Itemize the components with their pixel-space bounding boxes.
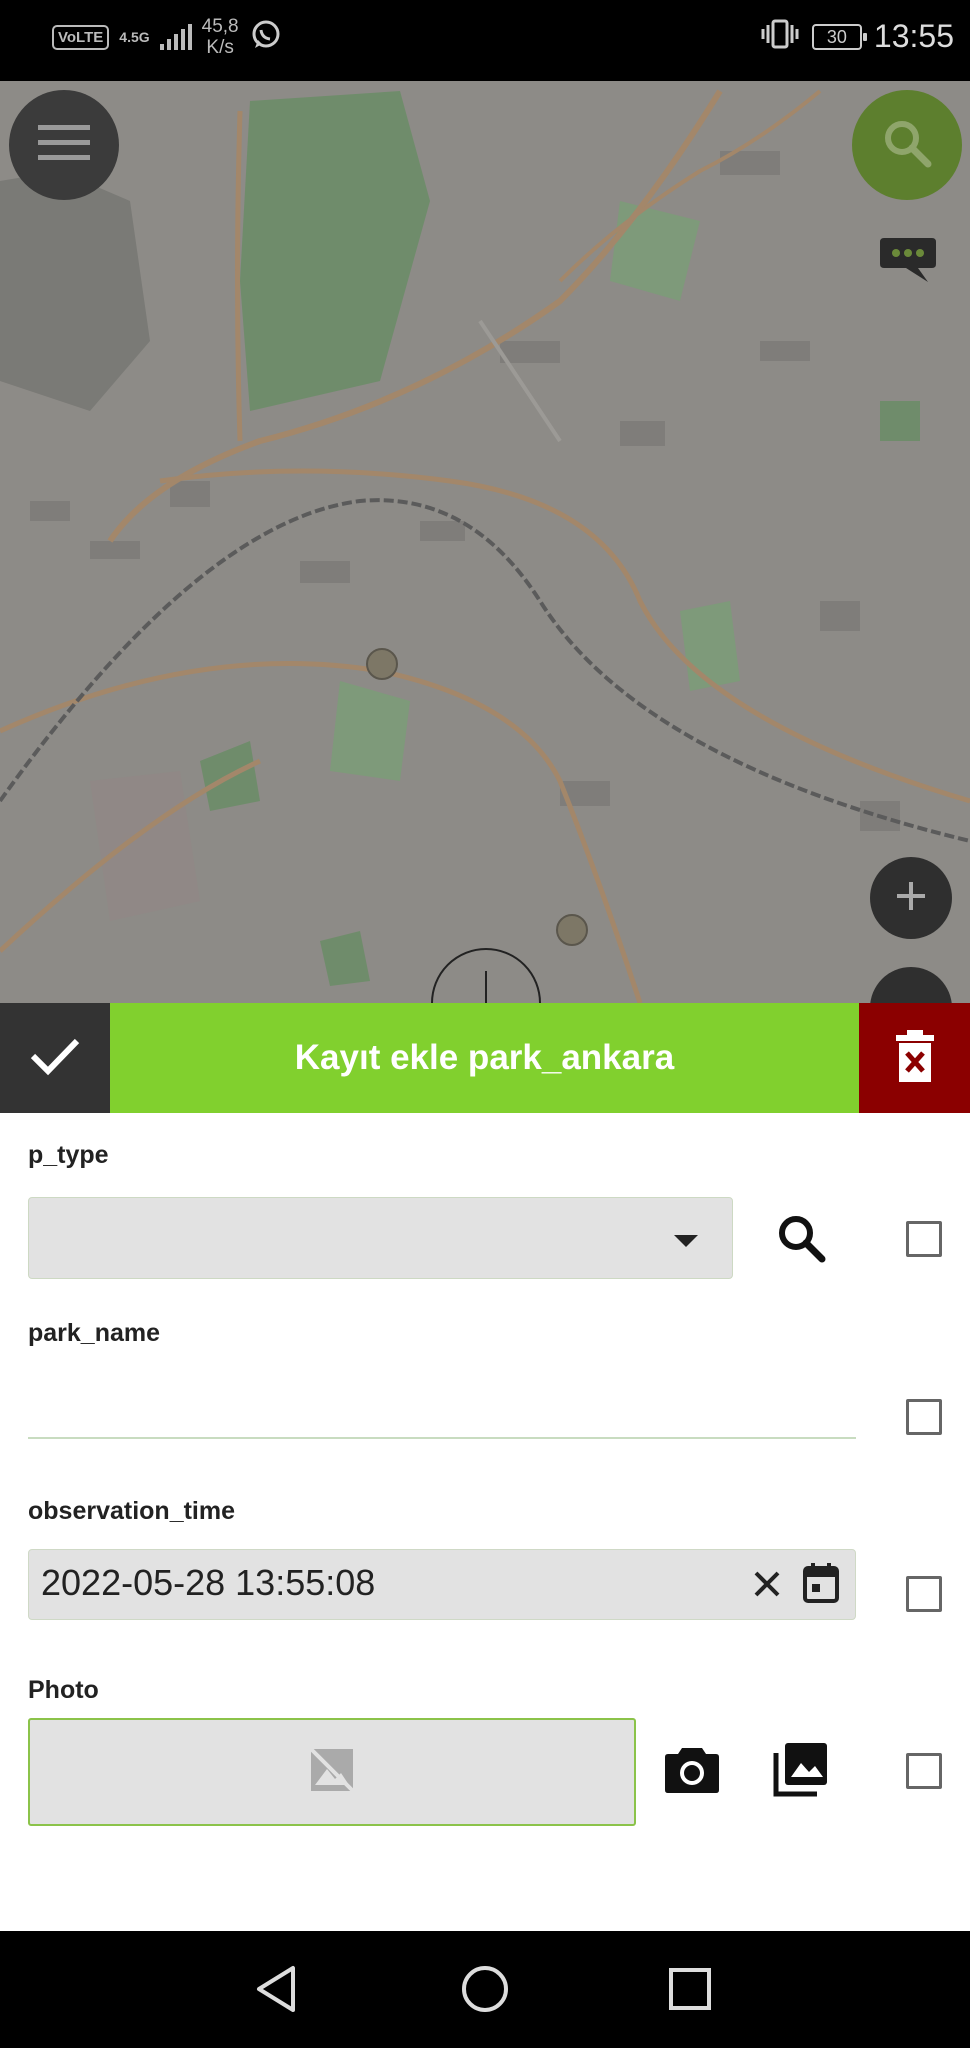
p-type-select[interactable] [28,1197,733,1279]
park-name-input[interactable] [28,1375,856,1439]
pick-from-gallery-button[interactable] [772,1741,830,1801]
chat-bubble-icon [878,238,938,288]
park-name-label: park_name [28,1319,161,1347]
search-icon [776,1213,826,1268]
delete-button[interactable] [859,1003,970,1113]
delete-icon [895,1029,935,1087]
p-type-checkbox[interactable] [906,1221,942,1257]
dropdown-arrow-icon [674,1235,698,1247]
speed-unit: K/s [206,37,234,58]
map-view[interactable] [0,81,970,1003]
p-type-label: p_type [28,1141,109,1169]
observation-time-field[interactable]: 2022-05-28 13:55:08 [28,1549,856,1620]
map-tiles [0,81,970,1003]
broken-image-icon [309,1747,355,1798]
menu-button[interactable] [9,90,119,200]
home-icon [460,1964,510,2019]
form-title: Kayıt ekle park_ankara [110,1003,859,1113]
calendar-icon [803,1562,839,1608]
back-icon [253,1964,303,2019]
network-type: 4.5G [119,29,150,45]
photo-checkbox[interactable] [906,1753,942,1789]
take-photo-button[interactable] [663,1743,721,1801]
p-type-search-button[interactable] [772,1211,830,1269]
volte-indicator: VoLTE [52,24,110,50]
menu-icon [38,123,90,168]
search-icon [882,118,932,173]
home-button[interactable] [455,1961,515,2021]
record-form: p_type park_name observation_time 2022-0… [0,1113,970,1931]
zoom-in-button[interactable] [870,857,952,939]
close-icon [753,1570,781,1603]
clock: 13:55 [873,18,954,54]
status-bar: VoLTE 4.5G 45,8 K/s 30 13:55 [0,0,970,81]
photo-label: Photo [28,1676,99,1704]
photo-preview[interactable] [28,1718,636,1826]
observation-time-value: 2022-05-28 13:55:08 [41,1562,376,1603]
recents-button[interactable] [660,1961,720,2021]
vibrate-icon [760,19,800,54]
plus-icon [895,880,927,917]
form-header: Kayıt ekle park_ankara [0,1003,970,1113]
chat-bubble-button[interactable] [878,234,938,289]
gallery-icon [773,1741,829,1802]
camera-icon [664,1746,720,1799]
back-button[interactable] [248,1961,308,2021]
search-button[interactable] [852,90,962,200]
network-speed: 45,8 K/s [202,16,239,58]
status-left: VoLTE 4.5G 45,8 K/s [52,16,283,58]
observation-time-label: observation_time [28,1497,236,1525]
park-name-checkbox[interactable] [906,1399,942,1435]
status-right: 30 13:55 [760,18,954,55]
navigation-bar [0,1931,970,2048]
check-icon [30,1036,80,1081]
whatsapp-icon [249,18,283,57]
battery-indicator: 30 [811,23,867,50]
speed-value: 45,8 [201,16,239,37]
signal-icon [159,24,192,50]
recents-icon [667,1966,713,2017]
calendar-button[interactable] [801,1562,841,1608]
observation-time-checkbox[interactable] [906,1576,942,1612]
confirm-button[interactable] [0,1003,110,1113]
clear-date-button[interactable] [749,1568,785,1604]
